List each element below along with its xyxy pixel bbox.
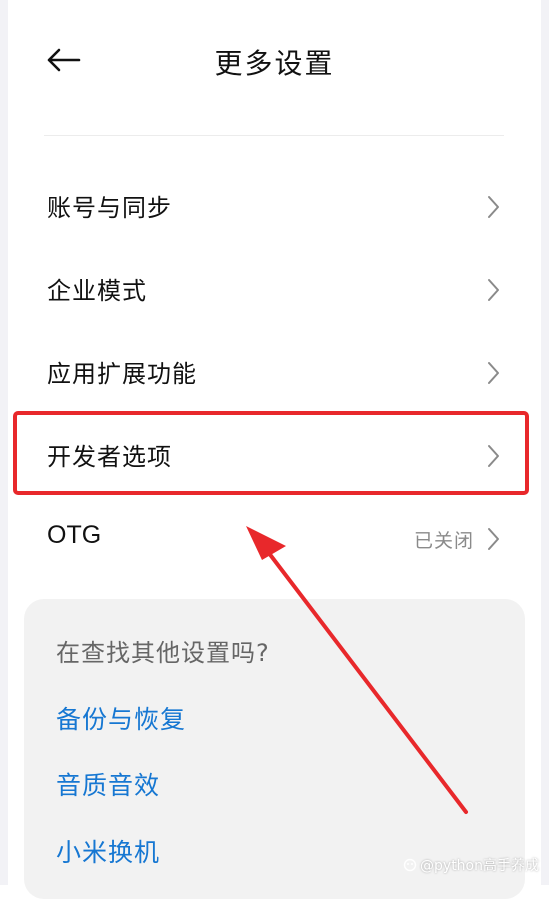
settings-item-account-sync[interactable]: 账号与同步 [0,166,549,249]
settings-item-label: 企业模式 [47,277,147,305]
suggest-card: 在查找其他设置吗? 备份与恢复 音质音效 小米换机 [24,599,525,899]
settings-item-label: OTG [47,521,102,549]
settings-item-label: 应用扩展功能 [47,360,197,388]
settings-item-otg[interactable]: OTG 已关闭 [0,498,549,581]
chevron-right-icon [488,196,499,218]
settings-item-enterprise-mode[interactable]: 企业模式 [0,249,549,332]
settings-item-label: 账号与同步 [47,194,172,222]
suggest-link-mi-mover[interactable]: 小米换机 [56,833,160,869]
settings-item-app-extensions[interactable]: 应用扩展功能 [0,332,549,415]
watermark-logo-icon [403,858,417,872]
header-divider [44,135,504,136]
suggest-title: 在查找其他设置吗? [56,639,270,667]
suggest-link-sound-effects[interactable]: 音质音效 [56,766,160,802]
settings-list: 账号与同步 企业模式 应用扩展功能 开发者选项 OTG 已关闭 [0,166,549,581]
chevron-right-icon [488,279,499,301]
settings-item-label: 开发者选项 [47,443,172,471]
watermark-text: @python高手养成 [420,858,539,874]
watermark: @python高手养成 [403,855,539,875]
chevron-right-icon [488,528,499,550]
chevron-right-icon [488,445,499,467]
settings-item-developer-options[interactable]: 开发者选项 [0,415,549,498]
page-title: 更多设置 [214,47,335,80]
otg-status-value: 已关闭 [413,530,474,552]
suggest-link-backup-restore[interactable]: 备份与恢复 [56,700,186,736]
chevron-right-icon [488,362,499,384]
header-bar: 更多设置 [0,0,549,136]
